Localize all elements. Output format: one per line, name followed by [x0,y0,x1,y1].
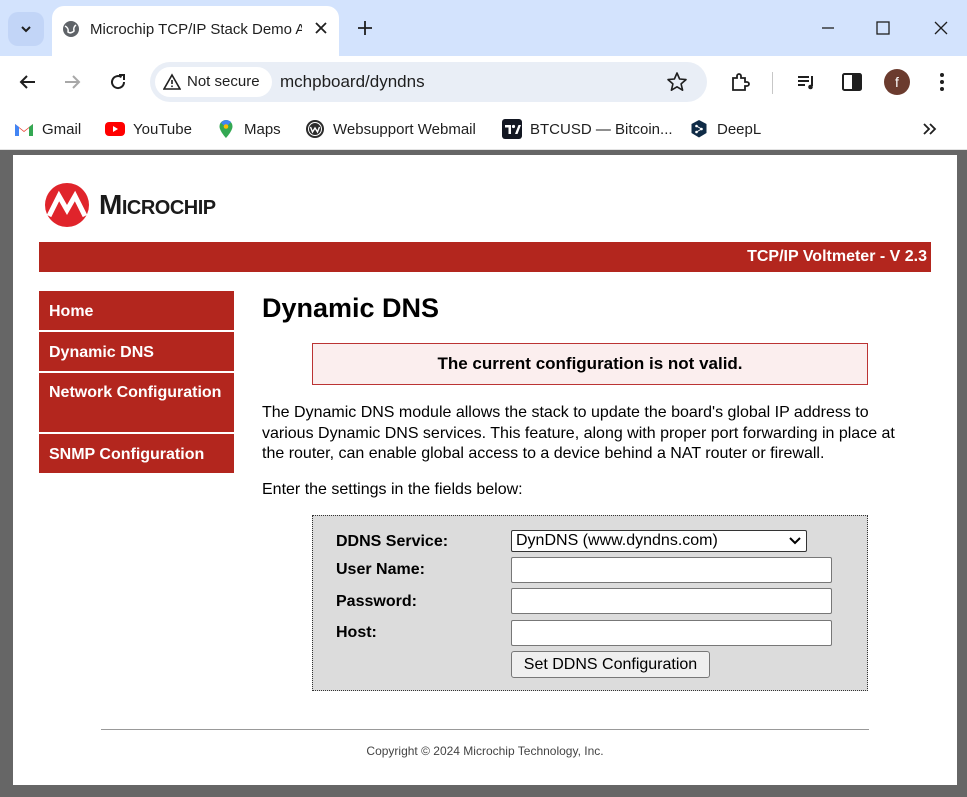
host-input[interactable] [511,620,832,646]
page-title: Dynamic DNS [262,293,440,323]
globe-icon [63,21,79,37]
chevron-down-icon [21,26,31,33]
maximize-icon[interactable] [872,17,894,39]
close-window-icon[interactable] [930,17,952,39]
banner-title: TCP/IP Voltmeter - V 2.3 [747,248,927,265]
password-input[interactable] [511,588,832,614]
websupport-icon [305,119,325,139]
side-panel-icon[interactable] [840,70,864,94]
close-icon[interactable] [312,19,330,37]
star-icon[interactable] [666,71,688,93]
host-label: Host: [336,624,377,641]
bookmark-btcusd[interactable]: BTCUSD — Bitcoin... [502,117,673,141]
side-menu: Home Dynamic DNS Network Configuration S… [39,291,234,475]
error-message-box: The current configuration is not valid. [312,343,868,385]
security-chip[interactable]: Not secure [155,67,272,97]
tab-search-button[interactable] [8,12,44,46]
menu-item-home[interactable]: Home [39,291,234,332]
more-menu-icon[interactable] [930,70,954,94]
header-banner: TCP/IP Voltmeter - V 2.3 [39,242,931,272]
ddns-service-select[interactable]: DynDNS (www.dyndns.com) [511,530,807,552]
ddns-service-label: DDNS Service: [336,533,449,550]
tab-title: Microchip TCP/IP Stack Demo A [90,21,302,38]
gmail-icon [14,119,34,139]
profile-avatar[interactable]: f [884,69,910,95]
maps-icon [216,119,236,139]
url-text[interactable]: mchpboard/dyndns [280,72,425,92]
microchip-logo-mark [45,183,89,227]
warning-icon [163,73,181,90]
bookmarks-bar: Gmail YouTube Maps Websupport Webmail BT… [0,109,967,150]
error-message: The current configuration is not valid. [437,354,743,373]
page-viewport: Microchip TCP/IP Voltmeter - V 2.3 Home … [0,150,967,797]
deepl-icon [689,119,709,139]
ddns-service-value: DynDNS (www.dyndns.com) [516,532,718,549]
bookmark-youtube[interactable]: YouTube [105,117,192,141]
new-tab-icon[interactable] [354,17,376,39]
chevron-double-right-icon[interactable] [920,119,940,139]
media-control-icon[interactable] [795,70,819,94]
extensions-icon[interactable] [728,70,752,94]
ddns-form: DDNS Service: DynDNS (www.dyndns.com) Us… [312,515,868,691]
tab-strip: Microchip TCP/IP Stack Demo A [0,0,967,56]
menu-item-dynamic-dns[interactable]: Dynamic DNS [39,332,234,373]
bookmark-maps[interactable]: Maps [216,117,281,141]
bookmark-deepl[interactable]: DeepL [689,117,761,141]
active-tab[interactable]: Microchip TCP/IP Stack Demo A [52,6,339,56]
toolbar-separator [772,72,773,94]
instructions-text: Enter the settings in the fields below: [262,481,523,498]
web-page: Microchip TCP/IP Voltmeter - V 2.3 Home … [13,155,957,785]
username-input[interactable] [511,557,832,583]
footer-divider [101,729,869,730]
chevron-down-icon [789,537,801,545]
bookmark-websupport[interactable]: Websupport Webmail [305,117,476,141]
logo-wordmark: Microchip [99,189,216,220]
bookmark-gmail[interactable]: Gmail [14,117,81,141]
password-label: Password: [336,593,417,610]
microchip-logo: Microchip [43,182,216,228]
menu-item-snmp-configuration[interactable]: SNMP Configuration [39,434,234,475]
youtube-icon [105,119,125,139]
address-bar[interactable]: Not secure mchpboard/dyndns [150,62,707,102]
description-text: The Dynamic DNS module allows the stack … [262,404,895,462]
minimize-icon[interactable] [817,17,839,39]
security-label: Not secure [187,73,260,90]
username-label: User Name: [336,561,425,578]
copyright-footer: Copyright © 2024 Microchip Technology, I… [366,744,604,758]
set-ddns-configuration-button[interactable]: Set DDNS Configuration [511,651,710,678]
back-icon[interactable] [16,70,40,94]
toolbar: Not secure mchpboard/dyndns f [0,56,967,109]
reload-icon[interactable] [106,70,130,94]
tradingview-icon [502,119,522,139]
menu-item-network-configuration[interactable]: Network Configuration [39,373,234,434]
forward-icon[interactable] [60,70,84,94]
